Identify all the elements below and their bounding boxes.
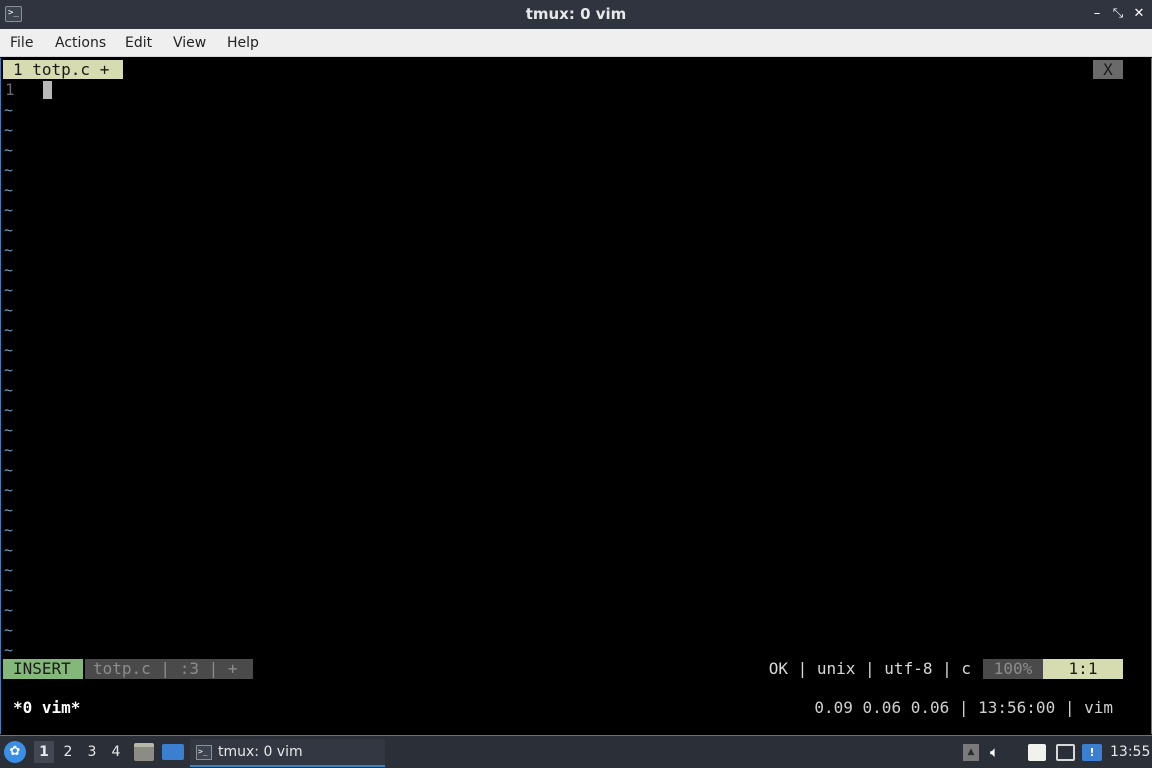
- workspace-3[interactable]: 3: [82, 741, 102, 763]
- maximize-button[interactable]: ⤡: [1109, 5, 1127, 23]
- empty-line-tilde: ~: [4, 121, 14, 139]
- tmux-window-list[interactable]: *0 vim*: [13, 698, 80, 718]
- notification-icon[interactable]: !: [1082, 744, 1102, 761]
- file-manager-icon[interactable]: [134, 743, 154, 761]
- empty-line-tilde: ~: [4, 641, 14, 659]
- empty-line-tilde: ~: [4, 461, 14, 479]
- vim-scroll-percent: 100%: [983, 659, 1043, 679]
- menu-bar: File Actions Edit View Help: [0, 29, 1152, 57]
- vim-file-info: OK | unix | utf-8 | c: [768, 659, 971, 678]
- empty-line-tilde: ~: [4, 501, 14, 519]
- show-desktop-icon[interactable]: [162, 744, 184, 760]
- empty-line-tilde: ~: [4, 581, 14, 599]
- empty-line-tilde: ~: [4, 541, 14, 559]
- workspace-4[interactable]: 4: [106, 741, 126, 763]
- workspace-2[interactable]: 2: [58, 741, 78, 763]
- window-title: tmux: 0 vim: [525, 5, 627, 23]
- empty-line-tilde: ~: [4, 561, 14, 579]
- empty-line-tilde: ~: [4, 201, 14, 219]
- empty-line-tilde: ~: [4, 601, 14, 619]
- taskbar: ✿ 1 2 3 4 >_ tmux: 0 vim ▲ 🔈︎ ! 13:55: [0, 735, 1152, 768]
- close-window-button[interactable]: ✕: [1130, 5, 1148, 23]
- taskbar-task-tmux[interactable]: >_ tmux: 0 vim: [190, 739, 385, 767]
- empty-line-tilde: ~: [4, 301, 14, 319]
- vim-tab-close-button[interactable]: X: [1093, 60, 1123, 79]
- terminal-area[interactable]: 1 totp.c + X 1 ~ ~ ~ ~ ~ ~ ~ ~ ~ ~ ~ ~ ~ ~ ~ ~ ~ ~ ~ ~ ~ ~ ~ ~ ~…: [0, 58, 1152, 734]
- empty-line-tilde: ~: [4, 401, 14, 419]
- vim-tab-totp[interactable]: 1 totp.c +: [3, 60, 123, 79]
- volume-icon[interactable]: 🔈︎: [990, 744, 1010, 761]
- empty-line-tilde: ~: [4, 281, 14, 299]
- terminal-icon: >_: [196, 745, 212, 760]
- empty-line-tilde: ~: [4, 261, 14, 279]
- task-label: tmux: 0 vim: [218, 744, 303, 760]
- tmux-status-right: 0.09 0.06 0.06 | 13:56:00 | vim: [814, 698, 1113, 717]
- line-number: 1: [5, 80, 15, 99]
- empty-line-tilde: ~: [4, 381, 14, 399]
- vim-mode-indicator: INSERT: [3, 659, 83, 679]
- empty-line-tilde: ~: [4, 361, 14, 379]
- minimize-button[interactable]: –: [1088, 5, 1106, 23]
- empty-line-tilde: ~: [4, 161, 14, 179]
- empty-line-tilde: ~: [4, 221, 14, 239]
- empty-line-tilde: ~: [4, 341, 14, 359]
- text-cursor: [43, 81, 52, 99]
- menu-help[interactable]: Help: [227, 29, 259, 57]
- menu-actions[interactable]: Actions: [55, 29, 106, 57]
- empty-line-tilde: ~: [4, 181, 14, 199]
- window-titlebar[interactable]: >_ tmux: 0 vim – ⤡ ✕: [0, 0, 1152, 29]
- menu-edit[interactable]: Edit: [125, 29, 152, 57]
- start-menu-icon[interactable]: ✿: [4, 741, 26, 763]
- empty-line-tilde: ~: [4, 421, 14, 439]
- empty-line-tilde: ~: [4, 481, 14, 499]
- empty-line-tilde: ~: [4, 141, 14, 159]
- empty-line-tilde: ~: [4, 321, 14, 339]
- vim-cursor-position: 1:1: [1043, 659, 1123, 679]
- network-icon[interactable]: [1056, 744, 1075, 761]
- empty-line-tilde: ~: [4, 101, 14, 119]
- taskbar-clock[interactable]: 13:55: [1110, 736, 1150, 768]
- vim-file-indicator: totp.c | :3 | +: [85, 659, 253, 679]
- empty-line-tilde: ~: [4, 241, 14, 259]
- tray-expand-icon[interactable]: ▲: [963, 744, 979, 761]
- workspace-1[interactable]: 1: [34, 741, 54, 763]
- menu-view[interactable]: View: [173, 29, 206, 57]
- menu-file[interactable]: File: [10, 29, 33, 57]
- empty-line-tilde: ~: [4, 521, 14, 539]
- vim-statusline: INSERT totp.c | :3 | + OK | unix | utf-8…: [1, 659, 1151, 679]
- clipboard-icon[interactable]: [1028, 744, 1046, 761]
- empty-line-tilde: ~: [4, 441, 14, 459]
- empty-line-tilde: ~: [4, 621, 14, 639]
